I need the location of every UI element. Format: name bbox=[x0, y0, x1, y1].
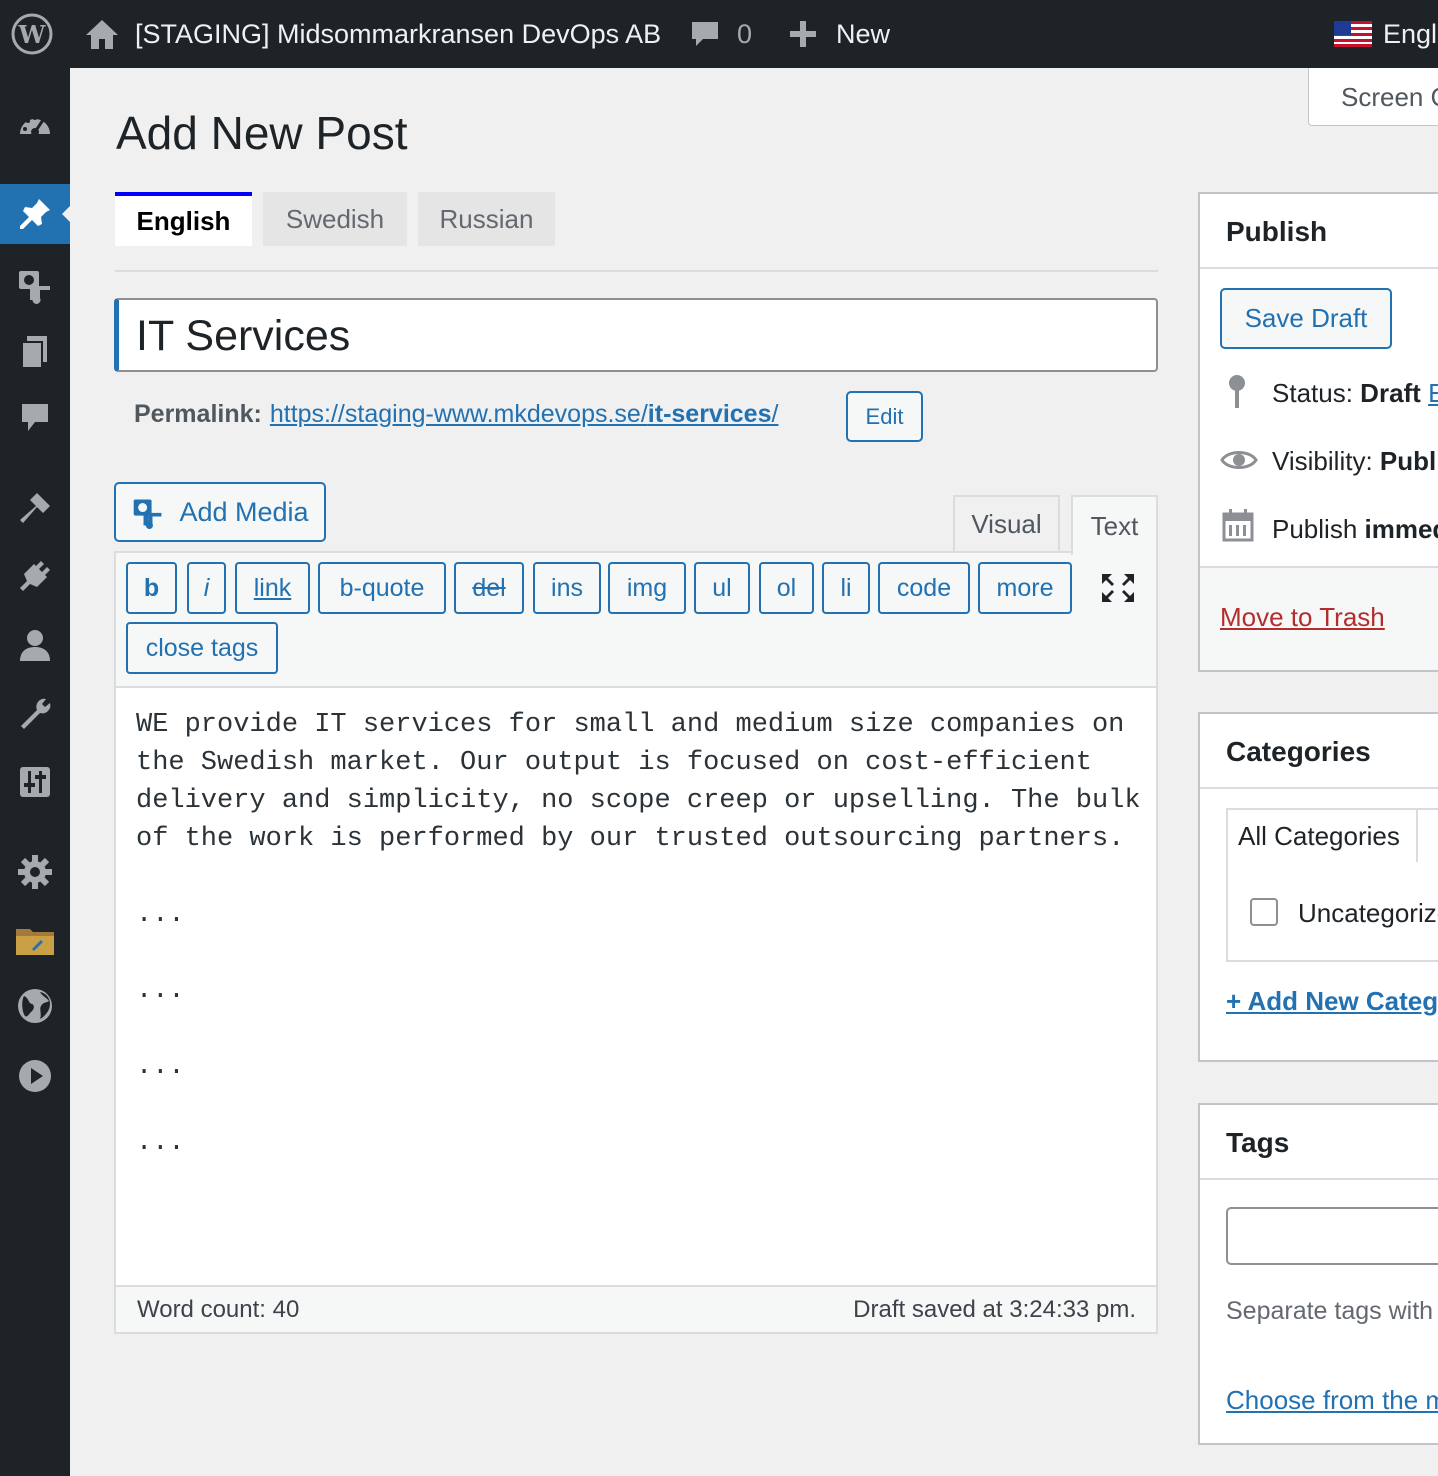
pages-icon[interactable] bbox=[0, 322, 70, 382]
status-row: Status: Draft Edit bbox=[1272, 378, 1438, 409]
qt-code-button[interactable]: code bbox=[878, 562, 970, 614]
settings-gear-icon[interactable] bbox=[0, 842, 70, 902]
add-media-icon bbox=[131, 495, 165, 529]
site-name-link[interactable]: [STAGING] Midsommarkransen DevOps AB bbox=[135, 0, 661, 68]
tabs-divider bbox=[115, 270, 1158, 272]
globe-icon[interactable] bbox=[0, 976, 70, 1036]
add-media-label: Add Media bbox=[179, 496, 309, 527]
publish-box-title: Publish bbox=[1226, 216, 1328, 247]
post-title-input[interactable]: IT Services bbox=[114, 298, 1158, 372]
fullscreen-icon[interactable] bbox=[1100, 572, 1136, 609]
add-new-category-link[interactable]: + Add New Category bbox=[1226, 986, 1438, 1017]
permalink-edit-button[interactable]: Edit bbox=[846, 391, 923, 442]
uncategorized-label: Uncategorized bbox=[1298, 898, 1438, 928]
status-value: Draft bbox=[1360, 378, 1421, 408]
screen-options-toggle[interactable]: Screen Options bbox=[1308, 68, 1438, 126]
post-content-textarea[interactable]: WE provide IT services for small and med… bbox=[136, 706, 1141, 1281]
play-video-icon[interactable] bbox=[0, 1046, 70, 1106]
qt-img-button[interactable]: img bbox=[608, 562, 686, 614]
tab-text[interactable]: Text bbox=[1071, 495, 1158, 555]
qt-ul-button[interactable]: ul bbox=[694, 562, 750, 614]
new-content-link[interactable]: New bbox=[836, 0, 890, 68]
site-home-icon[interactable] bbox=[84, 0, 120, 68]
svg-text:W: W bbox=[18, 20, 47, 49]
plus-icon[interactable] bbox=[788, 0, 818, 68]
dashboard-icon[interactable] bbox=[0, 96, 70, 156]
comments-count[interactable]: 0 bbox=[737, 0, 752, 68]
visibility-eye-icon bbox=[1220, 446, 1258, 479]
calendar-icon bbox=[1222, 508, 1254, 547]
tab-russian[interactable]: Russian bbox=[418, 192, 555, 246]
visibility-row: Visibility: Public bbox=[1272, 446, 1438, 477]
media-icon[interactable] bbox=[0, 255, 70, 315]
save-draft-button[interactable]: Save Draft bbox=[1220, 288, 1392, 349]
categories-box: Categories All Categories Uncategorized … bbox=[1198, 712, 1438, 1062]
permalink-label: Permalink: bbox=[134, 400, 262, 428]
tags-help-text: Separate tags with commas bbox=[1226, 1297, 1438, 1325]
add-media-button[interactable]: Add Media bbox=[114, 482, 326, 542]
draft-saved-status: Draft saved at 3:24:33 pm. bbox=[853, 1296, 1136, 1323]
tab-english[interactable]: English bbox=[115, 192, 252, 246]
language-switcher[interactable]: English bbox=[1383, 0, 1438, 68]
tab-swedish[interactable]: Swedish bbox=[263, 192, 407, 246]
qt-italic-button[interactable]: i bbox=[187, 562, 226, 614]
qt-bold-button[interactable]: b bbox=[126, 562, 177, 614]
tab-visual[interactable]: Visual bbox=[953, 495, 1060, 551]
posts-pin-icon[interactable] bbox=[0, 184, 70, 244]
qt-li-button[interactable]: li bbox=[822, 562, 870, 614]
word-count: Word count: 40 bbox=[137, 1296, 300, 1323]
us-flag-icon bbox=[1334, 0, 1372, 68]
page-title: Add New Post bbox=[116, 107, 408, 159]
status-edit-link[interactable]: Edit bbox=[1428, 378, 1438, 408]
comments-icon[interactable] bbox=[0, 388, 70, 448]
qt-bquote-button[interactable]: b-quote bbox=[318, 562, 446, 614]
tab-all-categories[interactable]: All Categories bbox=[1226, 808, 1418, 862]
qt-ol-button[interactable]: ol bbox=[759, 562, 814, 614]
permalink-row: Permalink: https://staging-www.mkdevops.… bbox=[134, 400, 778, 429]
publish-box: Publish Save Draft Status: Draft Edit Vi… bbox=[1198, 192, 1438, 672]
qt-link-button[interactable]: link bbox=[235, 562, 310, 614]
visibility-value: Public bbox=[1379, 446, 1438, 476]
permalink-link[interactable]: https://staging-www.mkdevops.se/it-servi… bbox=[270, 400, 779, 429]
comment-bubble-icon[interactable] bbox=[689, 0, 721, 68]
admin-side-menu bbox=[0, 68, 70, 1476]
publish-schedule-row: Publish immediately bbox=[1272, 514, 1438, 545]
wordpress-logo-icon[interactable]: W bbox=[10, 0, 54, 68]
plugins-icon[interactable] bbox=[0, 546, 70, 606]
qt-close-tags-button[interactable]: close tags bbox=[126, 622, 278, 674]
choose-tags-link[interactable]: Choose from the most used tags bbox=[1226, 1385, 1438, 1416]
categories-box-title: Categories bbox=[1226, 736, 1371, 767]
publish-schedule-value: immediately bbox=[1364, 514, 1438, 544]
tags-input[interactable] bbox=[1226, 1207, 1438, 1265]
status-pin-icon bbox=[1226, 374, 1248, 415]
tags-box: Tags Separate tags with commas Choose fr… bbox=[1198, 1103, 1438, 1445]
move-to-trash-link[interactable]: Move to Trash bbox=[1220, 602, 1385, 633]
qt-del-button[interactable]: del bbox=[454, 562, 524, 614]
post-title-value: IT Services bbox=[136, 312, 351, 360]
qt-ins-button[interactable]: ins bbox=[533, 562, 601, 614]
folder-icon[interactable] bbox=[0, 910, 70, 970]
uncategorized-checkbox[interactable] bbox=[1250, 898, 1278, 926]
tags-box-title: Tags bbox=[1226, 1127, 1290, 1158]
tools-wrench-icon[interactable] bbox=[0, 684, 70, 744]
settings-sliders-icon[interactable] bbox=[0, 752, 70, 812]
users-icon[interactable] bbox=[0, 616, 70, 676]
admin-bar: W [STAGING] Midsommarkransen DevOps AB 0… bbox=[0, 0, 1438, 68]
qt-more-button[interactable]: more bbox=[978, 562, 1072, 614]
appearance-icon[interactable] bbox=[0, 478, 70, 538]
